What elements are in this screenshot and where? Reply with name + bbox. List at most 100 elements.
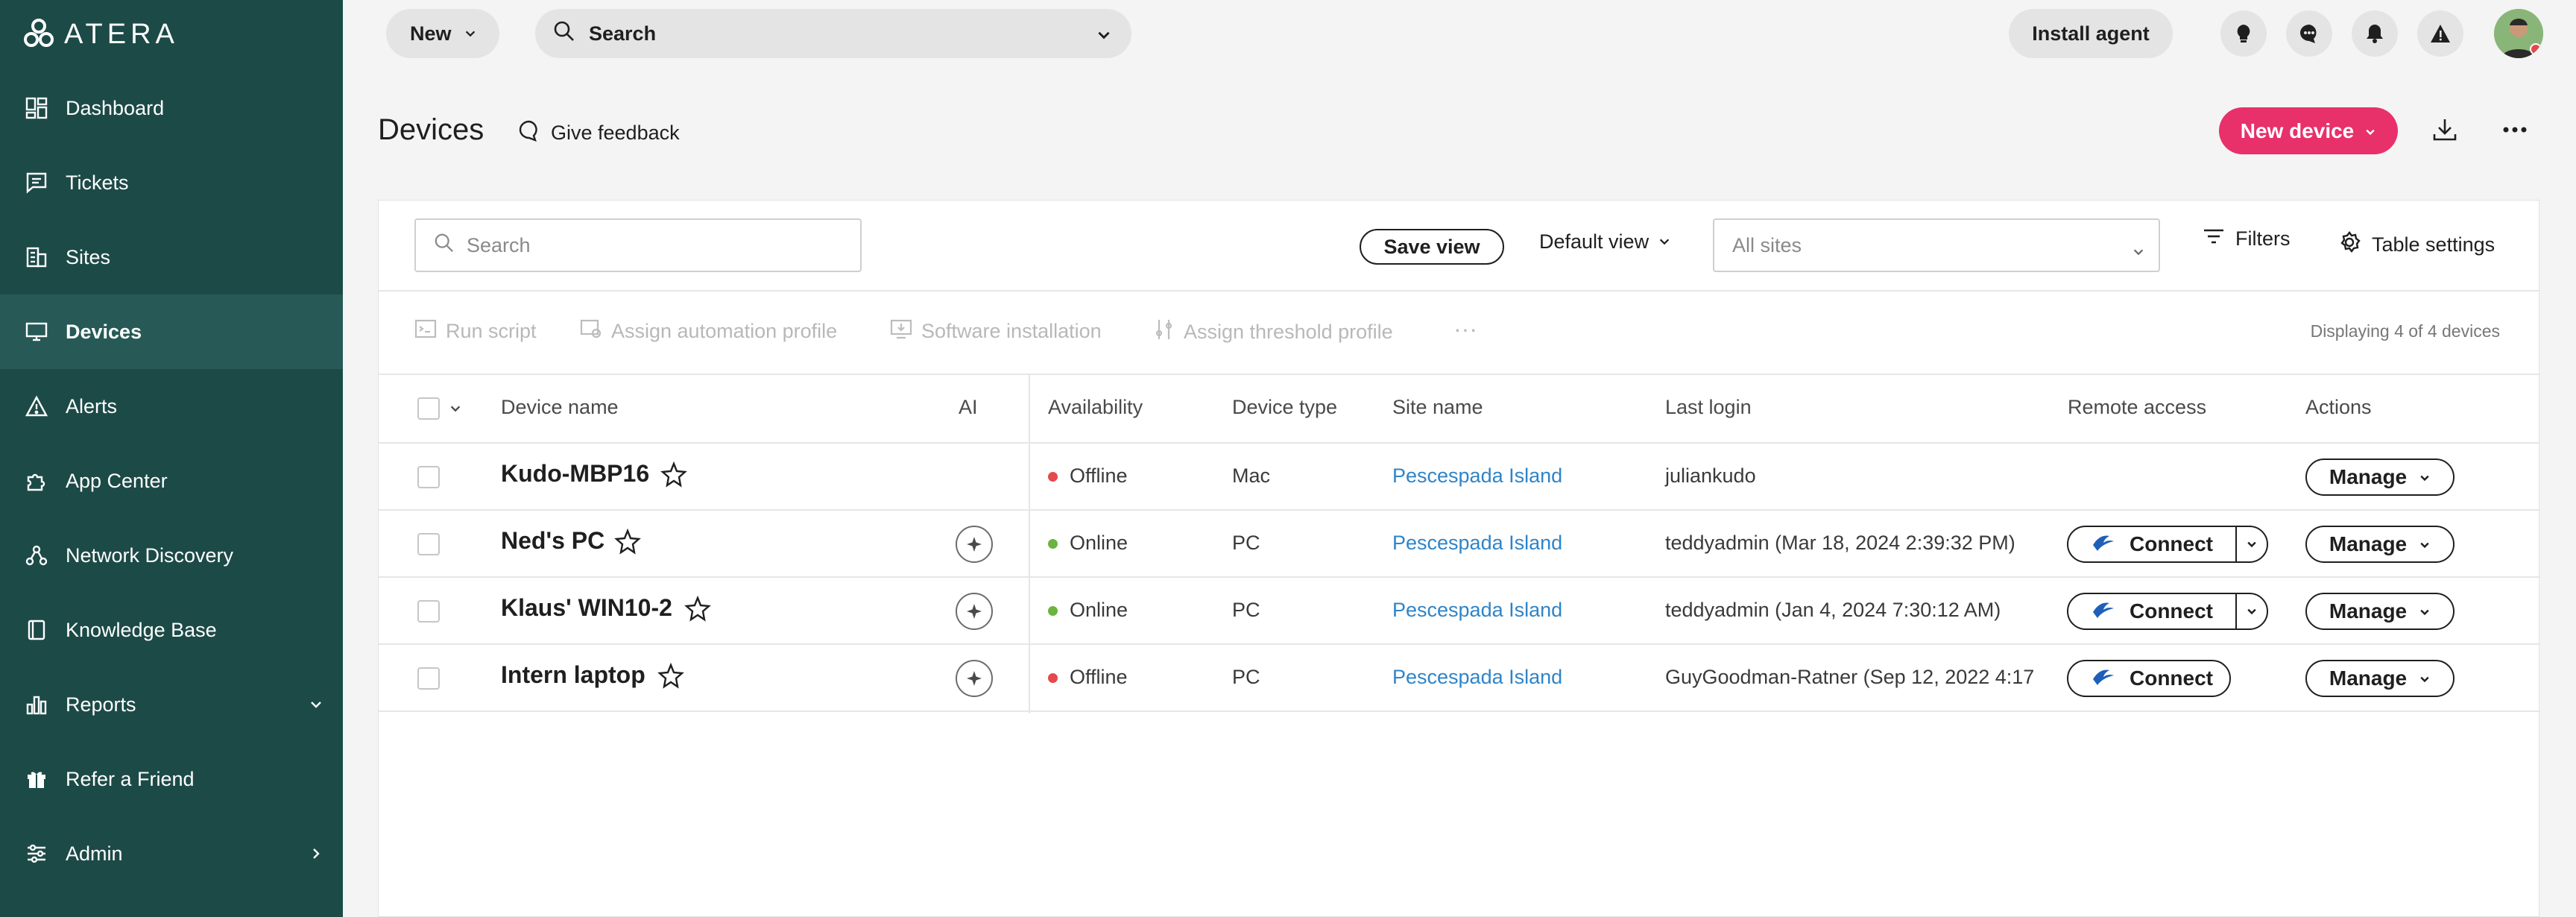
- sidebar-item-devices[interactable]: Devices: [0, 294, 343, 369]
- row-checkbox[interactable]: [417, 600, 440, 623]
- manage-button[interactable]: Manage: [2305, 593, 2455, 630]
- give-feedback-link[interactable]: Give feedback: [518, 119, 680, 147]
- default-view-dropdown[interactable]: Default view: [1539, 230, 1671, 253]
- puzzle-icon: [22, 467, 51, 495]
- manage-button[interactable]: Manage: [2305, 526, 2455, 563]
- site-link[interactable]: Pescespada Island: [1392, 464, 1562, 488]
- assign-threshold-action[interactable]: Assign threshold profile: [1154, 318, 1393, 346]
- assign-automation-label: Assign automation profile: [611, 320, 838, 342]
- last-login: GuyGoodman-Ratner (Sep 12, 2022 4:17: [1665, 666, 2035, 688]
- assign-automation-action[interactable]: Assign automation profile: [580, 318, 837, 344]
- avatar[interactable]: [2494, 9, 2543, 58]
- software-installation-label: Software installation: [921, 320, 1102, 342]
- column-actions[interactable]: Actions: [2305, 396, 2372, 419]
- star-icon[interactable]: [660, 461, 687, 492]
- star-icon[interactable]: [614, 528, 641, 559]
- software-installation-action[interactable]: Software installation: [890, 318, 1102, 344]
- table-row[interactable]: Ned's PC Online PC Pescespada Island ted…: [379, 511, 2540, 578]
- more-actions-button[interactable]: ···: [1453, 315, 1477, 343]
- connect-split-button[interactable]: Connect: [2067, 593, 2268, 630]
- connect-main[interactable]: Connect: [2068, 661, 2235, 696]
- connect-button[interactable]: Connect: [2068, 527, 2235, 561]
- last-login: juliankudo: [1665, 464, 1756, 487]
- alert-triangle-icon: [22, 392, 51, 420]
- sidebar-item-reports[interactable]: Reports: [0, 667, 343, 742]
- column-last-login[interactable]: Last login: [1665, 396, 1752, 419]
- more-options-icon[interactable]: [2501, 121, 2528, 142]
- column-site-name[interactable]: Site name: [1392, 396, 1483, 419]
- sidebar-item-app-center[interactable]: App Center: [0, 444, 343, 518]
- connect-button[interactable]: Connect: [2068, 594, 2235, 628]
- site-link[interactable]: Pescespada Island: [1392, 599, 1562, 622]
- manage-button[interactable]: Manage: [2305, 458, 2455, 496]
- lightbulb-icon[interactable]: [2220, 10, 2267, 57]
- download-icon[interactable]: [2431, 116, 2458, 147]
- sidebar-item-network-discovery[interactable]: Network Discovery: [0, 518, 343, 593]
- row-checkbox[interactable]: [417, 466, 440, 488]
- table-row[interactable]: Klaus' WIN10-2 Online PC Pescespada Isla…: [379, 578, 2540, 645]
- sliders-icon: [22, 839, 51, 868]
- star-icon[interactable]: [657, 662, 684, 693]
- device-name[interactable]: Klaus' WIN10-2: [501, 594, 672, 622]
- select-all-checkbox[interactable]: [417, 397, 440, 420]
- column-remote-access[interactable]: Remote access: [2068, 396, 2206, 419]
- sidebar-item-alerts[interactable]: Alerts: [0, 369, 343, 444]
- sidebar-item-label: Tickets: [66, 171, 129, 194]
- manage-button[interactable]: Manage: [2305, 660, 2455, 697]
- sidebar-item-admin[interactable]: Admin: [0, 816, 343, 891]
- chevron-down-icon[interactable]: [309, 694, 323, 717]
- chevron-down-icon: [2364, 119, 2376, 143]
- atera-logo[interactable]: ATERA: [22, 16, 206, 51]
- table-settings-button[interactable]: Table settings: [2337, 230, 2495, 259]
- star-icon[interactable]: [684, 595, 711, 626]
- column-device-name[interactable]: Device name: [501, 396, 619, 419]
- sidebar-item-label: Dashboard: [66, 96, 165, 119]
- actions-divider: [379, 374, 2540, 375]
- install-agent-button[interactable]: Install agent: [2009, 9, 2173, 58]
- filter-icon: [2203, 227, 2225, 250]
- table-row[interactable]: Intern laptop Offline PC Pescespada Isla…: [379, 645, 2540, 712]
- warning-icon[interactable]: [2417, 10, 2463, 57]
- sidebar-item-tickets[interactable]: Tickets: [0, 145, 343, 220]
- row-checkbox[interactable]: [417, 667, 440, 690]
- connect-label: Connect: [2130, 532, 2213, 555]
- table-settings-label: Table settings: [2372, 233, 2496, 256]
- sidebar-item-refer-a-friend[interactable]: Refer a Friend: [0, 742, 343, 816]
- row-checkbox[interactable]: [417, 533, 440, 555]
- global-search[interactable]: Search: [535, 9, 1131, 58]
- threshold-icon: [1154, 318, 1175, 346]
- connect-options-button[interactable]: [2235, 594, 2267, 628]
- sidebar-item-knowledge-base[interactable]: Knowledge Base: [0, 593, 343, 667]
- save-view-button[interactable]: Save view: [1360, 229, 1504, 265]
- chat-icon[interactable]: [2286, 10, 2332, 57]
- assign-threshold-label: Assign threshold profile: [1184, 321, 1393, 343]
- device-name[interactable]: Kudo-MBP16: [501, 460, 649, 488]
- table-row[interactable]: Kudo-MBP16 Offline Mac Pescespada Island…: [379, 444, 2540, 511]
- column-availability[interactable]: Availability: [1048, 396, 1143, 419]
- availability-label: Offline: [1070, 464, 1128, 487]
- run-script-action[interactable]: Run script: [414, 318, 537, 344]
- sidebar-item-label: Admin: [66, 842, 123, 865]
- connect-options-button[interactable]: [2235, 527, 2267, 561]
- connect-button[interactable]: Connect: [2067, 660, 2231, 697]
- ai-sparkle-icon[interactable]: [956, 526, 993, 563]
- column-device-type[interactable]: Device type: [1232, 396, 1337, 419]
- sidebar-item-sites[interactable]: Sites: [0, 220, 343, 294]
- site-link[interactable]: Pescespada Island: [1392, 666, 1562, 689]
- chevron-right-icon[interactable]: [309, 843, 323, 866]
- site-link[interactable]: Pescespada Island: [1392, 532, 1562, 555]
- sites-select[interactable]: All sites: [1713, 218, 2160, 272]
- column-ai[interactable]: AI: [959, 396, 978, 419]
- device-name[interactable]: Ned's PC: [501, 527, 604, 555]
- chevron-down-icon[interactable]: [449, 402, 462, 419]
- new-menu-button[interactable]: New: [386, 9, 499, 58]
- ai-sparkle-icon[interactable]: [956, 660, 993, 697]
- bell-icon[interactable]: [2352, 10, 2398, 57]
- filters-button[interactable]: Filters: [2203, 227, 2291, 250]
- new-device-button[interactable]: New device: [2219, 107, 2398, 154]
- connect-split-button[interactable]: Connect: [2067, 526, 2268, 563]
- sidebar-item-dashboard[interactable]: Dashboard: [0, 71, 343, 145]
- device-name[interactable]: Intern laptop: [501, 661, 645, 689]
- table-search-input[interactable]: Search: [414, 218, 862, 272]
- ai-sparkle-icon[interactable]: [956, 593, 993, 630]
